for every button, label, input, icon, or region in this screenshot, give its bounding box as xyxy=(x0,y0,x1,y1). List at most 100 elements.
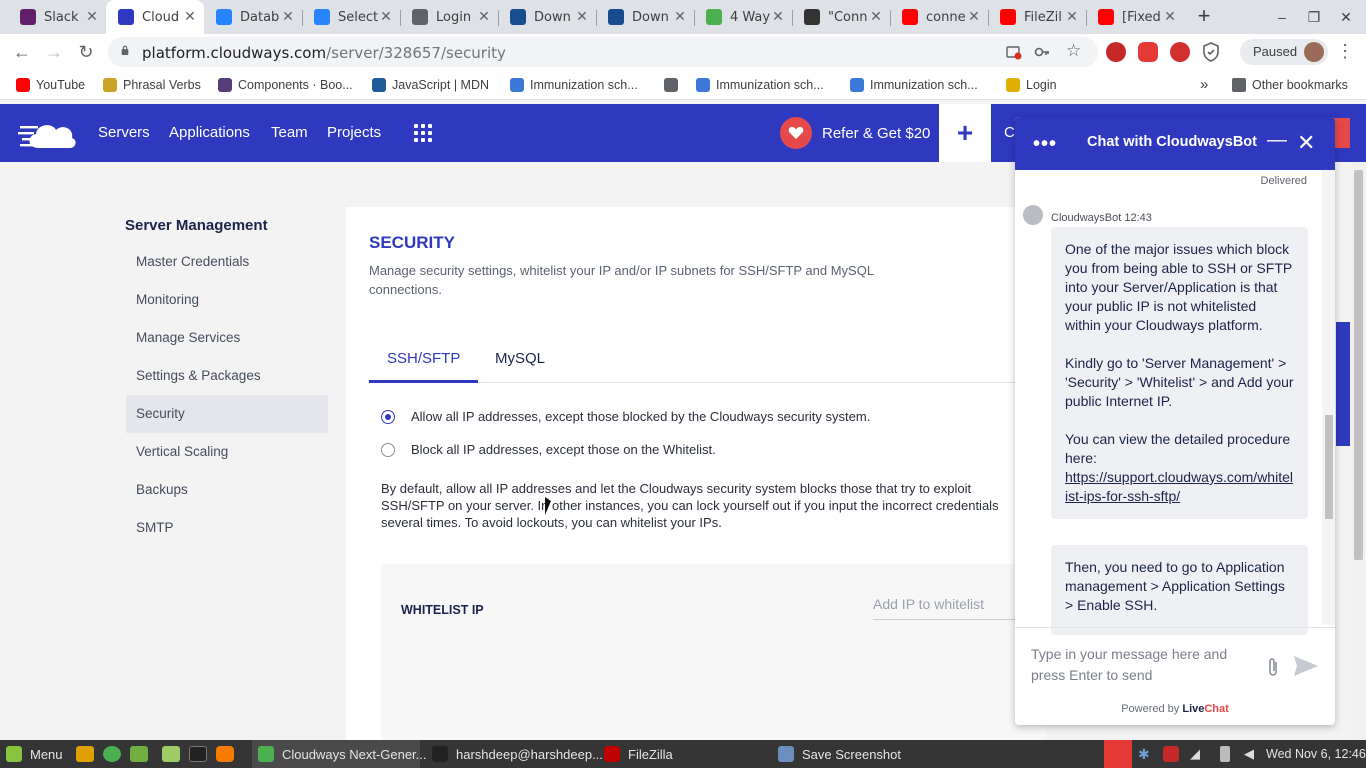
clock[interactable]: Wed Nov 6, 12:46 xyxy=(1266,747,1366,761)
browser-tab[interactable]: [Fixed ✕ xyxy=(1086,0,1184,34)
bookmark-item[interactable]: Phrasal Verbs xyxy=(103,76,201,94)
close-tab-icon[interactable]: ✕ xyxy=(1064,9,1080,25)
profile-paused-button[interactable]: Paused xyxy=(1240,39,1328,65)
bookmark-item[interactable]: Immunization sch... xyxy=(510,76,638,94)
browser-tab[interactable]: Slack ✕ xyxy=(8,0,106,34)
feedback-side-tab[interactable] xyxy=(1336,322,1350,446)
bookmark-item[interactable]: Login xyxy=(1006,76,1057,94)
desktop-launcher-icon[interactable] xyxy=(130,746,148,762)
taskbar-window-button[interactable]: Cloudways Next-Gener... xyxy=(252,740,427,768)
radio-allow-all[interactable] xyxy=(381,410,395,424)
paperclip-icon[interactable] xyxy=(1265,656,1281,678)
bookmark-item[interactable]: Immunization sch... xyxy=(850,76,978,94)
volume-icon[interactable]: ◀ xyxy=(1244,746,1260,762)
taskbar-window-button[interactable]: FileZilla xyxy=(598,740,766,768)
close-tab-icon[interactable]: ✕ xyxy=(182,9,198,25)
browser-tab[interactable]: Cloud ✕ xyxy=(106,0,204,34)
page-scrollbar-thumb[interactable] xyxy=(1354,170,1363,560)
tray-shield-icon[interactable] xyxy=(1163,746,1179,762)
sidebar-item-security[interactable]: Security xyxy=(126,395,328,433)
bluetooth-icon[interactable]: ✱ xyxy=(1138,746,1154,762)
close-tab-icon[interactable]: ✕ xyxy=(378,9,394,25)
sidebar-item-manage-services[interactable]: Manage Services xyxy=(126,319,328,357)
back-button[interactable]: ← xyxy=(10,40,34,64)
files-launcher-icon[interactable] xyxy=(162,746,180,762)
browser-tab[interactable]: Down ✕ xyxy=(498,0,596,34)
chat-minimize-button[interactable]: — xyxy=(1267,129,1287,151)
grammarly-extension-icon[interactable] xyxy=(1138,42,1158,62)
blocked-popup-icon[interactable] xyxy=(1006,44,1022,60)
browser-tab[interactable]: conne ✕ xyxy=(890,0,988,34)
new-tab-button[interactable]: + xyxy=(1192,4,1216,28)
close-tab-icon[interactable]: ✕ xyxy=(1162,9,1178,25)
bookmark-item[interactable]: Immunization sch... xyxy=(696,76,824,94)
close-tab-icon[interactable]: ✕ xyxy=(280,9,296,25)
add-button[interactable]: + xyxy=(939,104,991,162)
page-scrollbar[interactable] xyxy=(1351,162,1366,740)
refer-button[interactable]: Refer & Get $20 xyxy=(780,117,930,149)
other-bookmarks-folder[interactable]: Other bookmarks xyxy=(1232,76,1348,94)
sidebar-item-monitoring[interactable]: Monitoring xyxy=(126,281,328,319)
close-tab-icon[interactable]: ✕ xyxy=(84,9,100,25)
chat-menu-icon[interactable]: ••• xyxy=(1033,133,1057,156)
app-launcher-icon[interactable] xyxy=(216,746,234,762)
sidebar-item-smtp[interactable]: SMTP xyxy=(126,509,328,547)
adblock-extension-icon[interactable] xyxy=(1106,42,1126,62)
close-tab-icon[interactable]: ✕ xyxy=(574,9,590,25)
browser-menu-icon[interactable]: ⋮ xyxy=(1336,41,1354,62)
extension-icon[interactable] xyxy=(1170,42,1190,62)
close-tab-icon[interactable]: ✕ xyxy=(672,9,688,25)
bookmark-star-icon[interactable]: ☆ xyxy=(1066,41,1081,61)
sidebar-item-vertical-scaling[interactable]: Vertical Scaling xyxy=(126,433,328,471)
bookmarks-overflow-button[interactable]: » xyxy=(1200,75,1208,93)
close-window-button[interactable]: ✕ xyxy=(1330,0,1362,34)
nav-projects[interactable]: Projects xyxy=(327,124,381,141)
chat-scrollbar-thumb[interactable] xyxy=(1325,415,1333,519)
tab-mysql[interactable]: MySQL xyxy=(495,350,545,367)
nav-team[interactable]: Team xyxy=(271,124,308,141)
reload-button[interactable]: ↻ xyxy=(74,40,98,64)
browser-tab[interactable]: Select ✕ xyxy=(302,0,400,34)
radio-allow-all-label[interactable]: Allow all IP addresses, except those blo… xyxy=(411,409,870,424)
radio-block-all[interactable] xyxy=(381,443,395,457)
address-bar[interactable]: platform.cloudways.com/server/328657/sec… xyxy=(108,37,1098,67)
browser-tab[interactable]: 4 Way ✕ xyxy=(694,0,792,34)
close-tab-icon[interactable]: ✕ xyxy=(770,9,786,25)
tray-app-icon[interactable] xyxy=(1104,740,1132,768)
radio-block-all-label[interactable]: Block all IP addresses, except those on … xyxy=(411,442,716,457)
maximize-window-button[interactable]: ❐ xyxy=(1298,0,1330,34)
bookmark-item[interactable]: Components · Boo... xyxy=(218,76,353,94)
start-menu-button[interactable]: Menu xyxy=(6,740,63,768)
chat-message-input[interactable] xyxy=(1031,644,1261,688)
forward-button[interactable]: → xyxy=(42,40,66,64)
close-tab-icon[interactable]: ✕ xyxy=(476,9,492,25)
nav-servers[interactable]: Servers xyxy=(98,124,150,141)
send-icon[interactable] xyxy=(1293,654,1319,678)
taskbar-window-button[interactable]: Save Screenshot xyxy=(772,740,940,768)
wifi-icon[interactable]: ◢ xyxy=(1190,746,1206,762)
powered-by[interactable]: Powered by LiveChat xyxy=(1015,703,1335,715)
browser-tab[interactable]: Down ✕ xyxy=(596,0,694,34)
chat-messages[interactable]: Delivered CloudwaysBot 12:43 One of the … xyxy=(1015,170,1335,635)
browser-tab[interactable]: Login ✕ xyxy=(400,0,498,34)
taskbar-window-button[interactable]: harshdeep@harshdeep... xyxy=(426,740,603,768)
tab-ssh-sftp[interactable]: SSH/SFTP xyxy=(387,350,460,367)
chat-scrollbar[interactable] xyxy=(1322,170,1335,625)
key-icon[interactable] xyxy=(1034,44,1050,60)
browser-tab[interactable]: FileZil ✕ xyxy=(988,0,1086,34)
apps-grid-icon[interactable] xyxy=(414,124,432,142)
sidebar-item-backups[interactable]: Backups xyxy=(126,471,328,509)
cloudways-logo[interactable] xyxy=(18,118,80,152)
bookmark-item[interactable] xyxy=(664,76,684,94)
support-link[interactable]: https://support.cloudways.com/whitelist-… xyxy=(1065,469,1293,504)
skype-launcher-icon[interactable] xyxy=(76,746,94,762)
chrome-launcher-icon[interactable] xyxy=(103,746,121,762)
bookmark-item[interactable]: JavaScript | MDN xyxy=(372,76,489,94)
minimize-window-button[interactable]: – xyxy=(1266,0,1298,34)
terminal-launcher-icon[interactable] xyxy=(189,746,207,762)
chat-close-button[interactable]: ✕ xyxy=(1297,130,1315,156)
browser-tab[interactable]: "Conn ✕ xyxy=(792,0,890,34)
browser-tab[interactable]: Datab ✕ xyxy=(204,0,302,34)
bookmark-item[interactable]: YouTube xyxy=(16,76,85,94)
sidebar-item-master-credentials[interactable]: Master Credentials xyxy=(126,243,328,281)
